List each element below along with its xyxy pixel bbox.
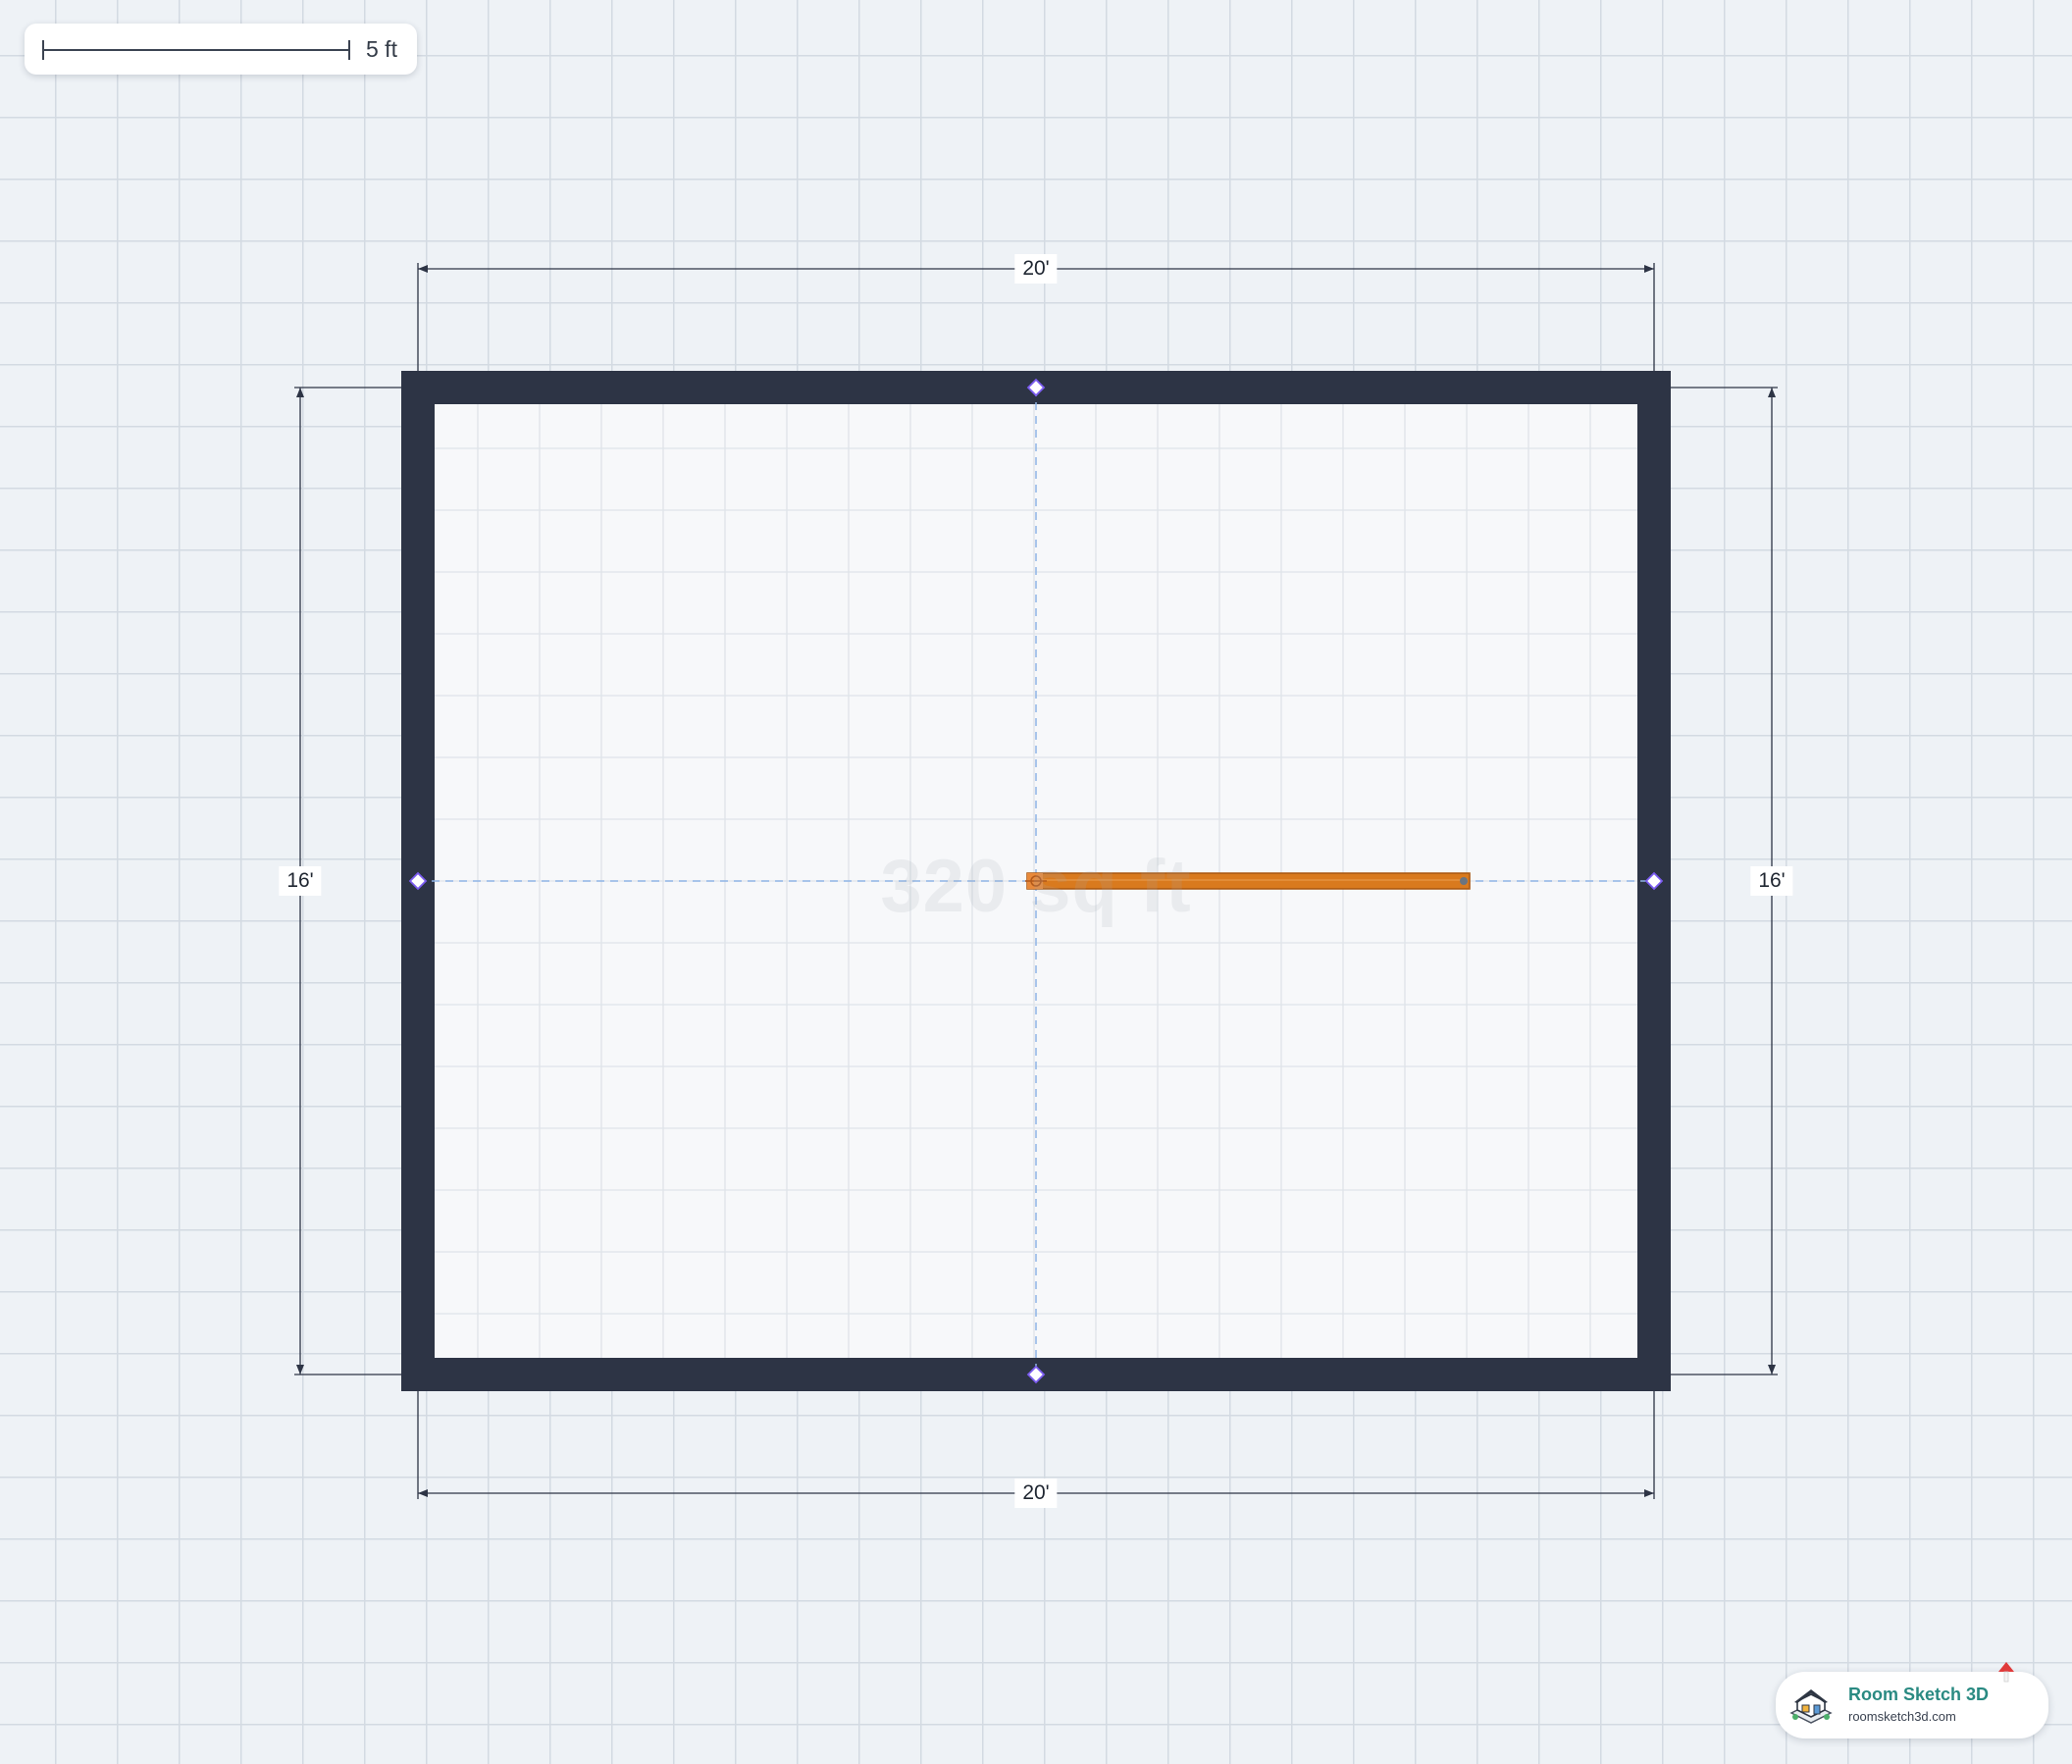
scale-bar-line [42, 49, 350, 51]
bottom-dimension-arrow-right [1644, 1489, 1654, 1497]
red-pin-icon [1998, 1662, 2014, 1683]
wall-end-endpoint-handle[interactable] [1460, 877, 1468, 885]
scale-bar-start-tick [42, 40, 44, 60]
scale-bar-label: 5 ft [366, 36, 397, 62]
brand-title: Room Sketch 3D [1848, 1685, 1990, 1704]
scale-bar: 5 ft [25, 24, 417, 75]
bottom-dimension-arrow-left [418, 1489, 428, 1497]
room-area-label: 320 sq ft [880, 845, 1192, 928]
top-dimension-label[interactable]: 20' [1014, 254, 1058, 284]
right-dimension-arrow-bottom [1768, 1365, 1776, 1375]
right-dimension-arrow-top [1768, 388, 1776, 397]
top-dimension-arrow-right [1644, 265, 1654, 273]
scale-bar-end-tick [348, 40, 350, 60]
left-dimension-label[interactable]: 16' [279, 866, 322, 896]
house-logo-icon [1789, 1689, 1833, 1724]
left-dimension-arrow-bottom [296, 1365, 304, 1375]
bottom-dimension-label[interactable]: 20' [1014, 1479, 1058, 1508]
brand-url[interactable]: roomsketch3d.com [1848, 1709, 1956, 1724]
left-dimension-arrow-top [296, 388, 304, 397]
top-dimension-arrow-left [418, 265, 428, 273]
right-dimension-label[interactable]: 16' [1750, 866, 1793, 896]
